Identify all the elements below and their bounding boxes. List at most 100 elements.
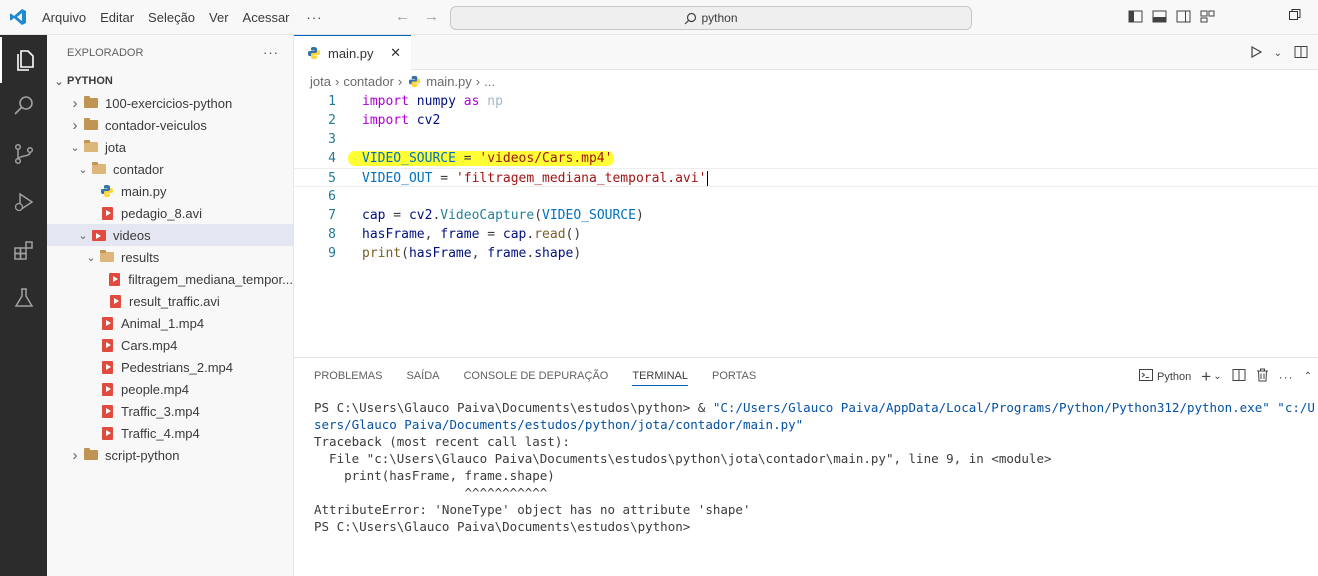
testing-flask-activity-icon[interactable] [0, 275, 47, 321]
tree-item[interactable]: ⌄ results [47, 246, 293, 268]
code-token: frame [440, 227, 480, 242]
tab-console-depuracao[interactable]: CONSOLE DE DEPURAÇÃO [463, 370, 608, 382]
terminal-line: File "c:\Users\Glauco Paiva\Documents\es… [314, 450, 1315, 467]
terminal-text: print(hasFrame, frame.shape) [314, 468, 555, 483]
new-terminal-chevron-icon[interactable]: ⌄ [1213, 371, 1221, 382]
menu-more-button[interactable]: ··· [297, 0, 330, 35]
tree-item[interactable]: result_traffic.avi [47, 290, 293, 312]
restore-window-icon[interactable] [1288, 8, 1302, 25]
code-line: 4 VIDEO_SOURCE = 'videos/Cars.mp4' [294, 149, 1318, 168]
tree-item[interactable]: ⌄ videos [47, 224, 293, 246]
code-token: ( [534, 208, 543, 223]
tree-item[interactable]: Pedestrians_2.mp4 [47, 356, 293, 378]
explorer-sidebar: EXPLORADOR ··· ⌄ PYTHON › 100-exercicios-… [47, 35, 294, 576]
tree-item-label: contador-veiculos [105, 117, 207, 133]
tab-saida[interactable]: SAÍDA [406, 370, 439, 382]
tree-item-label: jota [105, 139, 126, 155]
tree-item[interactable]: people.mp4 [47, 378, 293, 400]
forward-arrow-icon[interactable]: → [424, 8, 439, 25]
menu-selecao[interactable]: Seleção [141, 0, 202, 35]
breadcrumb-jota[interactable]: jota [310, 74, 331, 89]
tree-item[interactable]: › contador-veiculos [47, 114, 293, 136]
code-line: 5 VIDEO_OUT = 'filtragem_mediana_temporal… [294, 168, 1318, 187]
menu-arquivo[interactable]: Arquivo [35, 0, 93, 35]
tree-item[interactable]: main.py [47, 180, 293, 202]
line-number: 6 [328, 189, 336, 204]
code-editor[interactable]: 1 import numpy as np 2 import cv2 3 4 VIDEO_SO… [294, 92, 1318, 263]
toggle-panel-icon[interactable] [1152, 9, 1167, 24]
tree-item[interactable]: Animal_1.mp4 [47, 312, 293, 334]
tree-item[interactable]: ⌄ contador [47, 158, 293, 180]
split-terminal-icon[interactable] [1232, 368, 1246, 385]
tree-item[interactable]: Cars.mp4 [47, 334, 293, 356]
breadcrumb-main-py[interactable]: main.py [426, 74, 472, 89]
code-token: as [463, 94, 480, 109]
explorer-more-button[interactable]: ··· [263, 45, 279, 60]
run-debug-activity-icon[interactable] [0, 179, 47, 225]
editor-actions: ⌄ [1250, 45, 1308, 62]
close-tab-icon[interactable]: ✕ [390, 45, 401, 61]
back-arrow-icon[interactable]: ← [395, 8, 410, 25]
maximize-panel-icon[interactable]: ⌃ [1304, 371, 1312, 382]
tab-terminal[interactable]: TERMINAL [632, 366, 688, 386]
command-center-text: python [701, 11, 738, 25]
terminal-line: print(hasFrame, frame.shape) [314, 467, 1315, 484]
python-file-icon [99, 183, 115, 199]
tree-item[interactable]: Traffic_3.mp4 [47, 400, 293, 422]
video-file-icon [99, 315, 115, 331]
tree-item[interactable]: › script-python [47, 444, 293, 466]
code-line: 2 import cv2 [294, 111, 1318, 130]
tab-main-py[interactable]: main.py ✕ [294, 35, 411, 70]
tree-item-label: Animal_1.mp4 [121, 315, 205, 331]
breadcrumb-symbols[interactable]: ... [484, 74, 495, 89]
customize-layout-icon[interactable] [1200, 9, 1215, 24]
search-activity-icon[interactable] [0, 83, 47, 129]
code-token: 'videos/Cars.mp4' [479, 151, 613, 166]
breadcrumb-separator-icon: › [334, 73, 340, 89]
menu-acessar[interactable]: Acessar [236, 0, 297, 35]
toggle-sidebar-icon[interactable] [1128, 9, 1143, 24]
video-file-icon [99, 425, 115, 441]
more-actions-icon[interactable]: ··· [1279, 370, 1294, 384]
code-token: ( [401, 246, 409, 261]
command-center-search[interactable]: python [450, 6, 972, 30]
tree-item[interactable]: filtragem_mediana_tempor... [47, 268, 293, 290]
tab-portas[interactable]: PORTAS [712, 370, 756, 382]
tree-item[interactable]: pedagio_8.avi [47, 202, 293, 224]
toggle-secondary-sidebar-icon[interactable] [1176, 9, 1191, 24]
tree-item[interactable]: Traffic_4.mp4 [47, 422, 293, 444]
terminal-output[interactable]: PS C:\Users\Glauco Paiva\Documents\estud… [314, 399, 1315, 535]
menu-ver[interactable]: Ver [202, 0, 236, 35]
extensions-activity-icon[interactable] [0, 227, 47, 273]
explorer-title: EXPLORADOR [67, 46, 144, 59]
breadcrumb-contador[interactable]: contador [343, 74, 394, 89]
run-options-chevron-icon[interactable]: ⌄ [1274, 48, 1282, 59]
tree-item[interactable]: ⌄ jota [47, 136, 293, 158]
code-token: = [432, 171, 456, 186]
workspace-section-header[interactable]: ⌄ PYTHON [47, 70, 293, 92]
terminal-name[interactable]: Python [1157, 371, 1191, 383]
split-editor-icon[interactable] [1294, 45, 1308, 62]
line-number: 5 [328, 171, 336, 186]
source-control-activity-icon[interactable] [0, 131, 47, 177]
tree-item[interactable]: › 100-exercicios-python [47, 92, 293, 114]
code-token: VIDEO_SOURCE [542, 208, 636, 223]
explorer-activity-icon[interactable] [0, 37, 47, 83]
terminal-line: Traceback (most recent call last): [314, 433, 1315, 450]
workspace-title: PYTHON [67, 75, 113, 87]
code-token: , [424, 227, 441, 242]
tree-item-label: pedagio_8.avi [121, 205, 202, 221]
chevron-right-icon: › [72, 94, 78, 112]
tab-problemas[interactable]: PROBLEMAS [314, 370, 382, 382]
tree-item-label: Pedestrians_2.mp4 [121, 359, 234, 375]
menu-editar[interactable]: Editar [93, 0, 141, 35]
line-number: 4 [328, 151, 336, 166]
trash-icon[interactable] [1256, 368, 1269, 385]
new-terminal-icon[interactable]: + [1201, 368, 1211, 385]
run-python-file-icon[interactable] [1250, 45, 1262, 61]
code-token: = [479, 227, 503, 242]
line-number: 8 [328, 227, 336, 242]
line-number: 2 [328, 113, 336, 128]
line-number: 3 [328, 132, 336, 147]
